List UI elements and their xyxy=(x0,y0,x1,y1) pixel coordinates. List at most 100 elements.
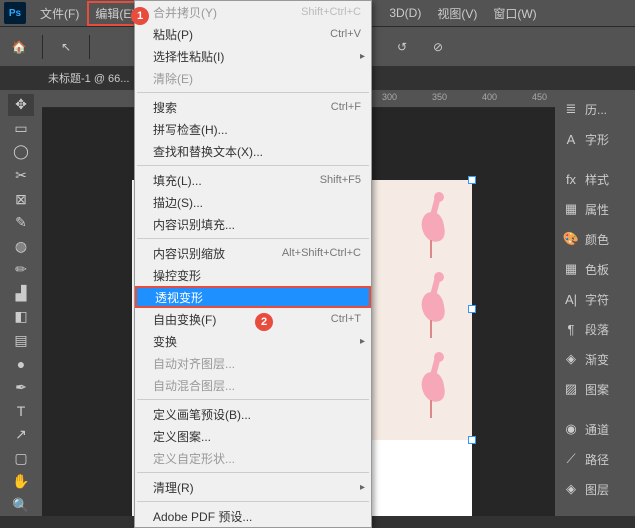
blur-tool-icon[interactable]: ● xyxy=(8,353,34,375)
menu-file[interactable]: 文件(F) xyxy=(32,1,87,26)
menu-view[interactable]: 视图(V) xyxy=(429,1,485,26)
panel-label: 历... xyxy=(585,101,607,118)
menu-item: 清除(E) xyxy=(135,67,371,89)
menu-item[interactable]: 搜索Ctrl+F xyxy=(135,96,371,118)
menu-item[interactable]: 操控变形 xyxy=(135,264,371,286)
menu-item-label: 填充(L)... xyxy=(153,172,320,189)
menu-item[interactable]: 描边(S)... xyxy=(135,191,371,213)
panel-label: 渐变 xyxy=(585,351,609,368)
panel-label: 属性 xyxy=(585,201,609,218)
transform-handle[interactable] xyxy=(468,305,476,313)
frame-tool-icon[interactable]: ⊠ xyxy=(8,188,34,210)
menu-item[interactable]: 选择性粘贴(I) xyxy=(135,45,371,67)
panel-icon: ▨ xyxy=(563,381,579,397)
panel-button[interactable]: ◈图层 xyxy=(555,474,635,504)
menu-item: 合并拷贝(Y)Shift+Ctrl+C xyxy=(135,1,371,23)
gradient-tool-icon[interactable]: ▤ xyxy=(8,330,34,352)
menu-item-shortcut: Shift+Ctrl+C xyxy=(301,6,361,18)
menu-window[interactable]: 窗口(W) xyxy=(485,1,544,26)
panel-icon: 🎨 xyxy=(563,231,579,247)
menu-item[interactable]: 定义图案... xyxy=(135,425,371,447)
menu-item-label: 清理(R) xyxy=(153,479,361,496)
menu-item-label: 透视变形 xyxy=(155,289,359,306)
menu-item[interactable]: 清理(R) xyxy=(135,476,371,498)
panel-button[interactable]: ◉ 通道 xyxy=(555,414,635,444)
marquee-tool-icon[interactable]: ▭ xyxy=(8,118,34,140)
crop-tool-icon[interactable]: ✂ xyxy=(8,165,34,187)
panel-icon: ◈ xyxy=(563,351,579,367)
menu-item[interactable]: 填充(L)...Shift+F5 xyxy=(135,169,371,191)
menu-item-label: 定义画笔预设(B)... xyxy=(153,406,361,423)
lasso-tool-icon[interactable]: ◯ xyxy=(8,141,34,163)
pen-tool-icon[interactable]: ✒ xyxy=(8,377,34,399)
home-icon[interactable]: 🏠 xyxy=(6,34,32,60)
transform-handle[interactable] xyxy=(468,176,476,184)
panel-icon: ▦ xyxy=(563,261,579,277)
panel-button[interactable]: ▨图案 xyxy=(555,374,635,404)
panel-button[interactable]: ≣历... xyxy=(555,94,635,124)
panel-label: 通道 xyxy=(585,421,609,438)
panel-icon: ¶ xyxy=(563,322,579,337)
panel-icon: A xyxy=(563,132,579,147)
panel-button[interactable]: fx样式 xyxy=(555,164,635,194)
move-tool-icon[interactable]: ✥ xyxy=(8,94,34,116)
panel-button[interactable]: ▦色板 xyxy=(555,254,635,284)
panel-button[interactable]: ⟋ 路径 xyxy=(555,444,635,474)
eraser-tool-icon[interactable]: ◧ xyxy=(8,306,34,328)
menu-item[interactable]: Adobe PDF 预设... xyxy=(135,505,371,527)
menu-item[interactable]: 查找和替换文本(X)... xyxy=(135,140,371,162)
menu-item-label: 自动混合图层... xyxy=(153,377,361,394)
zoom-tool-icon[interactable]: 🔍 xyxy=(8,495,34,517)
menu-item-shortcut: Ctrl+V xyxy=(330,28,361,40)
eyedropper-tool-icon[interactable]: ✎ xyxy=(8,212,34,234)
menu-item: 自动对齐图层... xyxy=(135,352,371,374)
menu-item[interactable]: 变换 xyxy=(135,330,371,352)
text-tool-icon[interactable]: T xyxy=(8,400,34,422)
menu-item[interactable]: 拼写检查(H)... xyxy=(135,118,371,140)
menu-item-label: 拼写检查(H)... xyxy=(153,121,361,138)
cancel-icon[interactable]: ⊘ xyxy=(425,34,451,60)
menu-item-label: 搜索 xyxy=(153,99,331,116)
hand-tool-icon[interactable]: ✋ xyxy=(8,471,34,493)
panel-button[interactable]: ▦属性 xyxy=(555,194,635,224)
panel-button[interactable]: ¶段落 xyxy=(555,314,635,344)
move-tool-icon[interactable]: ↖ xyxy=(53,34,79,60)
brush-tool-icon[interactable]: ✏ xyxy=(8,259,34,281)
panel-label: 样式 xyxy=(585,171,609,188)
menu-item[interactable]: 自由变换(F)Ctrl+T xyxy=(135,308,371,330)
menu-item[interactable]: 粘贴(P)Ctrl+V xyxy=(135,23,371,45)
document-tab[interactable]: 未标题-1 @ 66... xyxy=(48,70,129,86)
shape-tool-icon[interactable]: ▢ xyxy=(8,447,34,469)
clone-tool-icon[interactable]: ▟ xyxy=(8,283,34,305)
menu-item[interactable]: 定义画笔预设(B)... xyxy=(135,403,371,425)
toolbox: ✥ ▭ ◯ ✂ ⊠ ✎ ◍ ✏ ▟ ◧ ▤ ● ✒ T ↗ ▢ ✋ 🔍 xyxy=(0,90,42,516)
menu-item[interactable]: 内容识别缩放Alt+Shift+Ctrl+C xyxy=(135,242,371,264)
menu-item[interactable]: 内容识别填充... xyxy=(135,213,371,235)
reset-icon[interactable]: ↺ xyxy=(389,34,415,60)
panel-label: 图层 xyxy=(585,481,609,498)
menu-item: 自动混合图层... xyxy=(135,374,371,396)
annotation-marker-2: 2 xyxy=(255,313,273,331)
panel-button[interactable]: 🎨颜色 xyxy=(555,224,635,254)
healing-tool-icon[interactable]: ◍ xyxy=(8,235,34,257)
panel-button[interactable]: ◈ 渐变 xyxy=(555,344,635,374)
panel-label: 路径 xyxy=(585,451,609,468)
panel-button[interactable]: A|字符 xyxy=(555,284,635,314)
panel-icon: ◉ xyxy=(563,421,579,437)
panel-label: 字形 xyxy=(585,131,609,148)
path-tool-icon[interactable]: ↗ xyxy=(8,424,34,446)
annotation-marker-1: 1 xyxy=(131,7,149,25)
menu-3d[interactable]: 3D(D) xyxy=(381,2,429,24)
transform-handle[interactable] xyxy=(468,436,476,444)
menu-item[interactable]: 透视变形 xyxy=(135,286,371,308)
menu-item-label: 自由变换(F) xyxy=(153,311,331,328)
menu-item-label: 定义图案... xyxy=(153,428,361,445)
panel-icon: ⟋ xyxy=(563,451,579,467)
menu-item-label: 合并拷贝(Y) xyxy=(153,4,301,21)
menu-item-label: 自动对齐图层... xyxy=(153,355,361,372)
panel-button[interactable]: A 字形 xyxy=(555,124,635,154)
menu-item-label: 内容识别缩放 xyxy=(153,245,282,262)
ps-logo-icon: Ps xyxy=(4,2,26,24)
menu-item-label: 变换 xyxy=(153,333,361,350)
menu-item-shortcut: Alt+Shift+Ctrl+C xyxy=(282,247,361,259)
